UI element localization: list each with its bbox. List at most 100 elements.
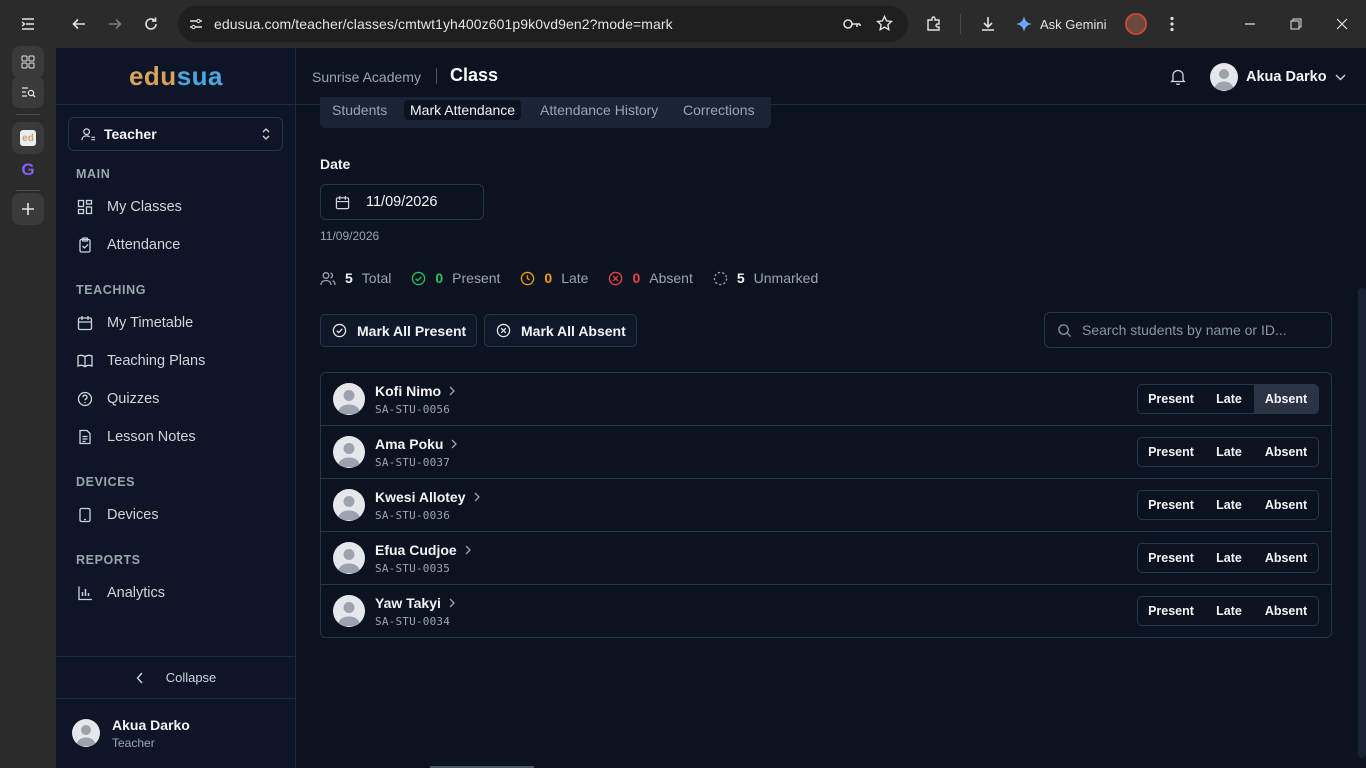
student-name: Yaw Takyi: [375, 595, 441, 611]
chevron-right-icon: [449, 598, 455, 608]
status-present-button[interactable]: Present: [1138, 597, 1204, 625]
tablet-icon: [79, 507, 91, 523]
student-id: SA-STU-0056: [375, 403, 451, 416]
more-menu-icon[interactable]: [1156, 8, 1188, 40]
status-absent-button[interactable]: Absent: [1254, 491, 1318, 519]
tab-search-icon[interactable]: [12, 76, 44, 108]
attendance-status-toggle: Present Late Absent: [1137, 543, 1319, 573]
student-name-link[interactable]: Yaw Takyi: [375, 595, 455, 611]
edusua-logo[interactable]: edu sua: [56, 48, 296, 105]
student-id: SA-STU-0036: [375, 509, 451, 522]
nav-analytics[interactable]: Analytics: [68, 576, 284, 610]
attendance-status-toggle: Present Late Absent: [1137, 490, 1319, 520]
status-absent-button[interactable]: Absent: [1254, 385, 1318, 413]
new-tab-plus-icon[interactable]: [12, 193, 44, 225]
status-late-button[interactable]: Late: [1204, 385, 1254, 413]
mark-all-present-button[interactable]: Mark All Present: [320, 314, 478, 347]
status-late-button[interactable]: Late: [1204, 438, 1254, 466]
bookmark-star-icon[interactable]: [876, 15, 893, 32]
tab-attendance-history[interactable]: Attendance History: [540, 102, 658, 118]
tab-students[interactable]: Students: [332, 102, 387, 118]
x-circle-icon: [609, 271, 623, 285]
present-count: 0: [435, 270, 444, 286]
downloads-icon[interactable]: [972, 8, 1004, 40]
sidebar-toggle-icon[interactable]: [12, 8, 44, 40]
page-scrollbar[interactable]: [1358, 288, 1366, 758]
avatar: [1210, 63, 1238, 91]
unmarked-count: 5: [736, 270, 745, 286]
address-bar[interactable]: edusua.com/teacher/classes/cmtwt1yh400z6…: [178, 6, 908, 42]
status-late-button[interactable]: Late: [1204, 491, 1254, 519]
nav-attendance[interactable]: Attendance: [68, 228, 284, 262]
nav-my-classes[interactable]: My Classes: [68, 190, 284, 224]
site-info-icon[interactable]: [188, 16, 204, 32]
tab-groups-icon[interactable]: [12, 46, 44, 78]
g-extension-icon[interactable]: G: [12, 154, 44, 186]
back-icon[interactable]: [63, 8, 95, 40]
status-absent-button[interactable]: Absent: [1254, 544, 1318, 572]
late-label: Late: [561, 270, 589, 286]
breadcrumb-school[interactable]: Sunrise Academy: [312, 69, 421, 85]
page-title: Class: [450, 65, 499, 85]
student-name-link[interactable]: Efua Cudjoe: [375, 542, 471, 558]
sidebar-user-profile[interactable]: Akua Darko Teacher: [56, 698, 296, 768]
tab-mark-attendance[interactable]: Mark Attendance: [404, 100, 522, 120]
browser-toolbar: edusua.com/teacher/classes/cmtwt1yh400z6…: [56, 0, 1366, 48]
ask-gemini-button[interactable]: Ask Gemini: [1016, 9, 1106, 39]
password-key-icon[interactable]: [842, 16, 862, 32]
tab-corrections[interactable]: Corrections: [683, 102, 755, 118]
header-user-menu[interactable]: Akua Darko: [1210, 63, 1346, 91]
minimize-icon[interactable]: [1234, 8, 1266, 40]
profile-avatar-icon[interactable]: [1120, 8, 1152, 40]
status-absent-button[interactable]: Absent: [1254, 597, 1318, 625]
status-present-button[interactable]: Present: [1138, 544, 1204, 572]
nav-devices[interactable]: Devices: [68, 498, 284, 532]
total-label: Total: [361, 270, 392, 286]
edusua-tab-icon[interactable]: ed: [12, 122, 44, 154]
calendar-icon: [335, 195, 350, 209]
nav-quizzes[interactable]: Quizzes: [68, 382, 284, 416]
student-row: Kwesi Allotey SA-STU-0036 Present Late Absen…: [321, 479, 1331, 532]
student-name: Ama Poku: [375, 436, 444, 452]
section-teaching: TEACHING: [76, 283, 147, 297]
role-switcher[interactable]: Teacher: [68, 117, 283, 151]
status-absent-button[interactable]: Absent: [1254, 438, 1318, 466]
restore-icon[interactable]: [1280, 8, 1312, 40]
close-window-icon[interactable]: [1326, 8, 1358, 40]
nav-label: Lesson Notes: [107, 429, 196, 445]
status-present-button[interactable]: Present: [1138, 438, 1204, 466]
attendance-status-toggle: Present Late Absent: [1137, 437, 1319, 467]
date-picker[interactable]: 11/09/2026: [320, 184, 484, 220]
nav-my-timetable[interactable]: My Timetable: [68, 306, 284, 340]
status-present-button[interactable]: Present: [1138, 491, 1204, 519]
collapse-label: Collapse: [165, 670, 217, 685]
mark-all-present-label: Mark All Present: [357, 322, 467, 339]
file-text-icon: [79, 429, 91, 445]
notifications-bell-icon[interactable]: [1170, 68, 1186, 85]
avatar: [333, 383, 365, 415]
nav-teaching-plans[interactable]: Teaching Plans: [68, 344, 284, 378]
extensions-icon[interactable]: [918, 8, 950, 40]
forward-icon[interactable]: [99, 8, 131, 40]
chevron-left-icon: [136, 672, 143, 683]
student-name-link[interactable]: Kofi Nimo: [375, 383, 456, 399]
bar-chart-icon: [78, 586, 92, 601]
student-name-link[interactable]: Kwesi Allotey: [375, 489, 480, 505]
avatar: [333, 489, 365, 521]
status-late-button[interactable]: Late: [1204, 597, 1254, 625]
student-name-link[interactable]: Ama Poku: [375, 436, 458, 452]
student-row: Kofi Nimo SA-STU-0056 Present Late Absent: [321, 373, 1331, 426]
chevron-right-icon: [449, 386, 456, 396]
nav-label: Attendance: [107, 237, 181, 253]
gemini-sparkle-icon: [1016, 16, 1032, 32]
chevron-right-icon: [452, 439, 458, 449]
collapse-sidebar-button[interactable]: Collapse: [56, 656, 296, 698]
status-late-button[interactable]: Late: [1204, 544, 1254, 572]
student-search-input[interactable]: Search students by name or ID...: [1044, 312, 1332, 348]
nav-lesson-notes[interactable]: Lesson Notes: [68, 420, 284, 454]
date-subtext: 11/09/2026: [320, 229, 380, 243]
mark-all-absent-button[interactable]: Mark All Absent: [484, 314, 637, 347]
student-row: Yaw Takyi SA-STU-0034 Present Late Absent: [321, 585, 1331, 638]
status-present-button[interactable]: Present: [1138, 385, 1204, 413]
reload-icon[interactable]: [135, 8, 167, 40]
